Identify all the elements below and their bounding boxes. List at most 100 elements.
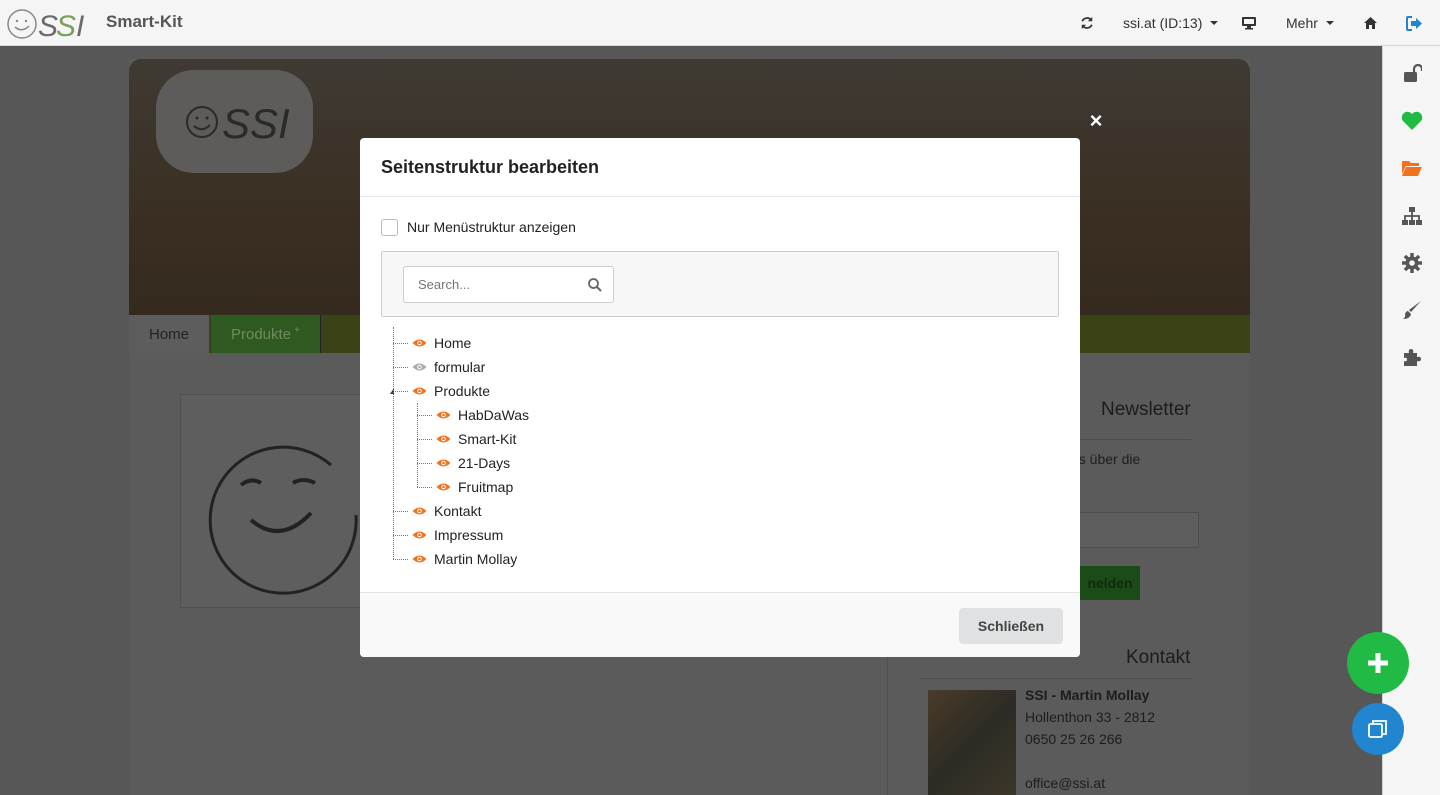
logout-icon[interactable] (1406, 0, 1423, 46)
tree-node[interactable]: HabDaWas (436, 403, 529, 427)
eye-icon[interactable] (412, 338, 434, 348)
ssi-logo[interactable]: S S I (6, 7, 94, 41)
tree-node[interactable]: Produkte (412, 379, 490, 403)
eye-icon[interactable] (412, 506, 434, 516)
tree-node[interactable]: 21-Days (436, 451, 510, 475)
newsletter-submit-label: nelden (1087, 575, 1133, 591)
chevron-down-icon (1325, 21, 1334, 25)
page-tree: Home formular Produkte HabDaWas Smart-Kit 21-… (360, 327, 1080, 578)
tree-node[interactable]: formular (412, 355, 485, 379)
edit-page-structure-modal: Seitenstruktur bearbeiten Nur Menüstrukt… (360, 138, 1080, 657)
tree-connector (393, 391, 408, 392)
tree-connector (393, 367, 408, 368)
tree-node[interactable]: Fruitmap (436, 475, 513, 499)
eye-icon[interactable] (412, 386, 434, 396)
tree-root-line (393, 327, 394, 559)
search-input[interactable] (403, 266, 614, 303)
gear-icon[interactable] (1400, 251, 1424, 275)
copy-button[interactable] (1352, 703, 1404, 755)
site-selector-label: ssi.at (ID:13) (1123, 15, 1203, 31)
paintbrush-icon[interactable] (1400, 298, 1424, 322)
menu-only-checkbox[interactable] (381, 219, 398, 236)
tree-node-label[interactable]: Impressum (434, 527, 503, 543)
heart-icon[interactable] (1400, 109, 1424, 133)
contact-name: SSI - Martin Mollay (1025, 687, 1150, 703)
tree-connector (393, 535, 408, 536)
tree-node-label[interactable]: 21-Days (458, 455, 510, 471)
tree-node-label[interactable]: Smart-Kit (458, 431, 516, 447)
newsletter-submit-button[interactable]: nelden (1080, 566, 1140, 600)
divider (921, 678, 1191, 679)
puzzle-icon[interactable] (1400, 345, 1424, 369)
contact-address: Hollenthon 33 - 2812 (1025, 709, 1155, 725)
menu-only-checkbox-label[interactable]: Nur Menüstruktur anzeigen (407, 219, 576, 235)
tree-node-label[interactable]: Home (434, 335, 471, 351)
nav-products-label: Produkte (231, 325, 292, 343)
tree-node[interactable]: Kontakt (412, 499, 481, 523)
tree-connector (393, 559, 408, 560)
nav-home[interactable]: Home (129, 315, 210, 353)
newsletter-text: os über die (1071, 451, 1141, 467)
tree-connector (393, 343, 408, 344)
plus-icon: + (294, 324, 300, 336)
more-label: Mehr (1286, 15, 1318, 31)
eye-icon[interactable] (436, 434, 458, 444)
tree-node-label[interactable]: Produkte (434, 383, 490, 399)
tree-node[interactable]: Impressum (412, 523, 503, 547)
search-panel (381, 251, 1059, 317)
close-icon[interactable]: × (1087, 110, 1105, 132)
svg-text:S: S (56, 10, 76, 41)
smiley-card (180, 394, 380, 608)
tree-connector (417, 487, 432, 488)
contact-heading: Kontakt (1126, 647, 1191, 668)
desktop-icon[interactable] (1241, 0, 1257, 46)
tree-connector (417, 415, 432, 416)
home-icon[interactable] (1364, 0, 1377, 46)
tree-node-label[interactable]: formular (434, 359, 485, 375)
add-button[interactable] (1347, 632, 1409, 694)
nav-products[interactable]: Produkte + (211, 315, 321, 353)
more-dropdown[interactable]: Mehr (1286, 0, 1334, 46)
contact-photo (928, 690, 1016, 795)
modal-header: Seitenstruktur bearbeiten (360, 138, 1080, 197)
tree-node[interactable]: Home (412, 331, 471, 355)
tree-branch-line (417, 403, 418, 487)
eye-icon[interactable] (412, 530, 434, 540)
eye-icon[interactable] (436, 410, 458, 420)
svg-text:S: S (38, 10, 58, 41)
modal-title: Seitenstruktur bearbeiten (381, 157, 600, 177)
site-selector-dropdown[interactable]: ssi.at (ID:13) (1123, 0, 1219, 46)
tree-connector (417, 463, 432, 464)
nav-home-label: Home (149, 325, 190, 343)
chevron-down-icon (1210, 21, 1219, 25)
modal-footer: Schließen (360, 592, 1080, 657)
folder-open-icon[interactable] (1400, 156, 1424, 180)
tree-node-label[interactable]: Martin Mollay (434, 551, 517, 567)
tree-node-label[interactable]: HabDaWas (458, 407, 529, 423)
tree-connector (393, 511, 408, 512)
sitemap-icon[interactable] (1400, 204, 1424, 228)
eye-icon[interactable] (436, 458, 458, 468)
tree-node[interactable]: Martin Mollay (412, 547, 517, 571)
plus-icon (1368, 653, 1388, 673)
tree-node-label[interactable]: Kontakt (434, 503, 481, 519)
close-button[interactable]: Schließen (959, 608, 1063, 644)
unlock-icon[interactable] (1400, 62, 1424, 86)
top-bar: S S I Smart-Kit ssi.at (ID:13) Mehr (0, 0, 1440, 46)
svg-text:I: I (76, 10, 84, 41)
search-icon[interactable] (587, 277, 603, 293)
eye-icon[interactable] (436, 482, 458, 492)
tree-node[interactable]: Smart-Kit (436, 427, 516, 451)
refresh-icon[interactable] (1080, 0, 1094, 46)
tree-node-label[interactable]: Fruitmap (458, 479, 513, 495)
copy-icon (1368, 720, 1387, 738)
svg-text:SSI: SSI (222, 100, 290, 147)
tree-connector (417, 439, 432, 440)
contact-email[interactable]: office@ssi.at (1025, 772, 1105, 794)
newsletter-heading: Newsletter (1101, 399, 1191, 420)
eye-icon[interactable] (412, 554, 434, 564)
contact-phone: 0650 25 26 266 (1025, 731, 1123, 747)
site-logo: SSI (156, 70, 313, 173)
eye-hidden-icon[interactable] (412, 362, 434, 372)
app-title: Smart-Kit (106, 12, 183, 31)
